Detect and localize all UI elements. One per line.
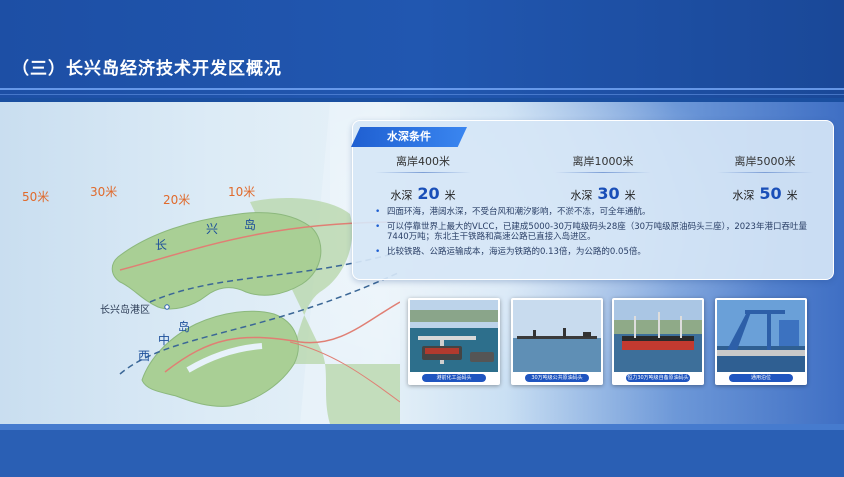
depth-column: 离岸400米 水深 20 米 [353,153,493,203]
footer-bar [0,424,844,477]
photo-caption: 通用泊位 [729,374,793,382]
photo-hengli-crude-terminal [614,300,702,372]
list-item: • 可以停靠世界上最大的VLCC，已建成5000-30万吨级码头28座（30万吨级… [375,222,807,242]
island-name-char: 兴 [206,222,219,236]
xizhong-island [141,310,299,407]
bullet-icon: • [375,207,381,217]
depth-unit: 米 [624,189,636,202]
depth-prefix: 水深 [570,189,593,202]
feature-list: • 四面环海，港阔水深，不受台风和潮汐影响，不淤不冻，可全年通航。 • 可以停靠世界… [367,207,823,262]
list-item: • 四面环海，港阔水深，不受台风和潮汐影响，不淤不冻，可全年通航。 [375,207,651,217]
photo-general-berth [717,300,805,372]
xizhong-name-char: 中 [158,333,171,347]
depth-row: 水深 20 米 [353,184,493,203]
depth-value: 50 [759,184,782,203]
water-depth-panel: 水深条件 离岸400米 水深 20 米 离岸1000米 水深 30 米 离岸5000米 … [351,120,835,280]
bullet-icon: • [375,247,381,257]
distance-label: 离岸1000米 [572,155,634,168]
photo-card-hengli-crude-terminal: 恒力30万吨级自备原油码头 [612,298,704,385]
island-name-char: 长 [155,238,168,252]
photo-card-public-crude-terminal: 30万吨级公共原油码头 [511,298,603,385]
list-item: • 比较铁路、公路运输成本，海运为铁路的0.13倍，为公路的0.05倍。 [375,247,646,257]
island-map [111,102,400,424]
distance-label: 离岸5000米 [734,155,796,168]
depth-row: 水深 50 米 [695,184,835,203]
header-bar: （三）长兴岛经济技术开发区概况 [0,0,844,98]
photo-caption: 港前化工品码头 [422,374,486,382]
depth-label-10: 10米 [228,185,256,199]
distance-label: 离岸400米 [396,155,450,168]
depth-unit: 米 [786,189,798,202]
island-name-char: 岛 [244,218,257,232]
photo-caption: 30万吨级公共原油码头 [525,374,589,382]
depth-label-30: 30米 [90,185,118,199]
depth-value: 30 [597,184,620,203]
xizhong-name-char: 西 [138,349,151,363]
depth-prefix: 水深 [732,189,755,202]
bullet-icon: • [375,222,381,232]
photo-card-chemical-terminal: 港前化工品码头 [408,298,500,385]
depth-column: 离岸1000米 水深 30 米 [533,153,673,203]
depth-label-50: 50米 [22,190,50,204]
depth-column: 离岸5000米 水深 50 米 [695,153,835,203]
photo-card-general-berth: 通用泊位 [715,298,807,385]
header-divider-thin [0,94,844,95]
xizhong-name-char: 岛 [178,320,191,334]
panel-tag: 水深条件 [351,127,467,147]
depth-row: 水深 30 米 [533,184,673,203]
depth-value: 20 [417,184,440,203]
photo-public-crude-terminal [513,300,601,372]
depth-label-20: 20米 [163,193,191,207]
page-title: （三）长兴岛经济技术开发区概况 [12,59,282,79]
photo-caption: 恒力30万吨级自备原油码头 [626,374,690,382]
header-divider [0,88,844,90]
port-label: 长兴岛港区 [100,305,150,316]
port-marker [164,304,170,310]
photo-chemical-terminal [410,300,498,372]
depth-prefix: 水深 [390,189,413,202]
depth-unit: 米 [444,189,456,202]
